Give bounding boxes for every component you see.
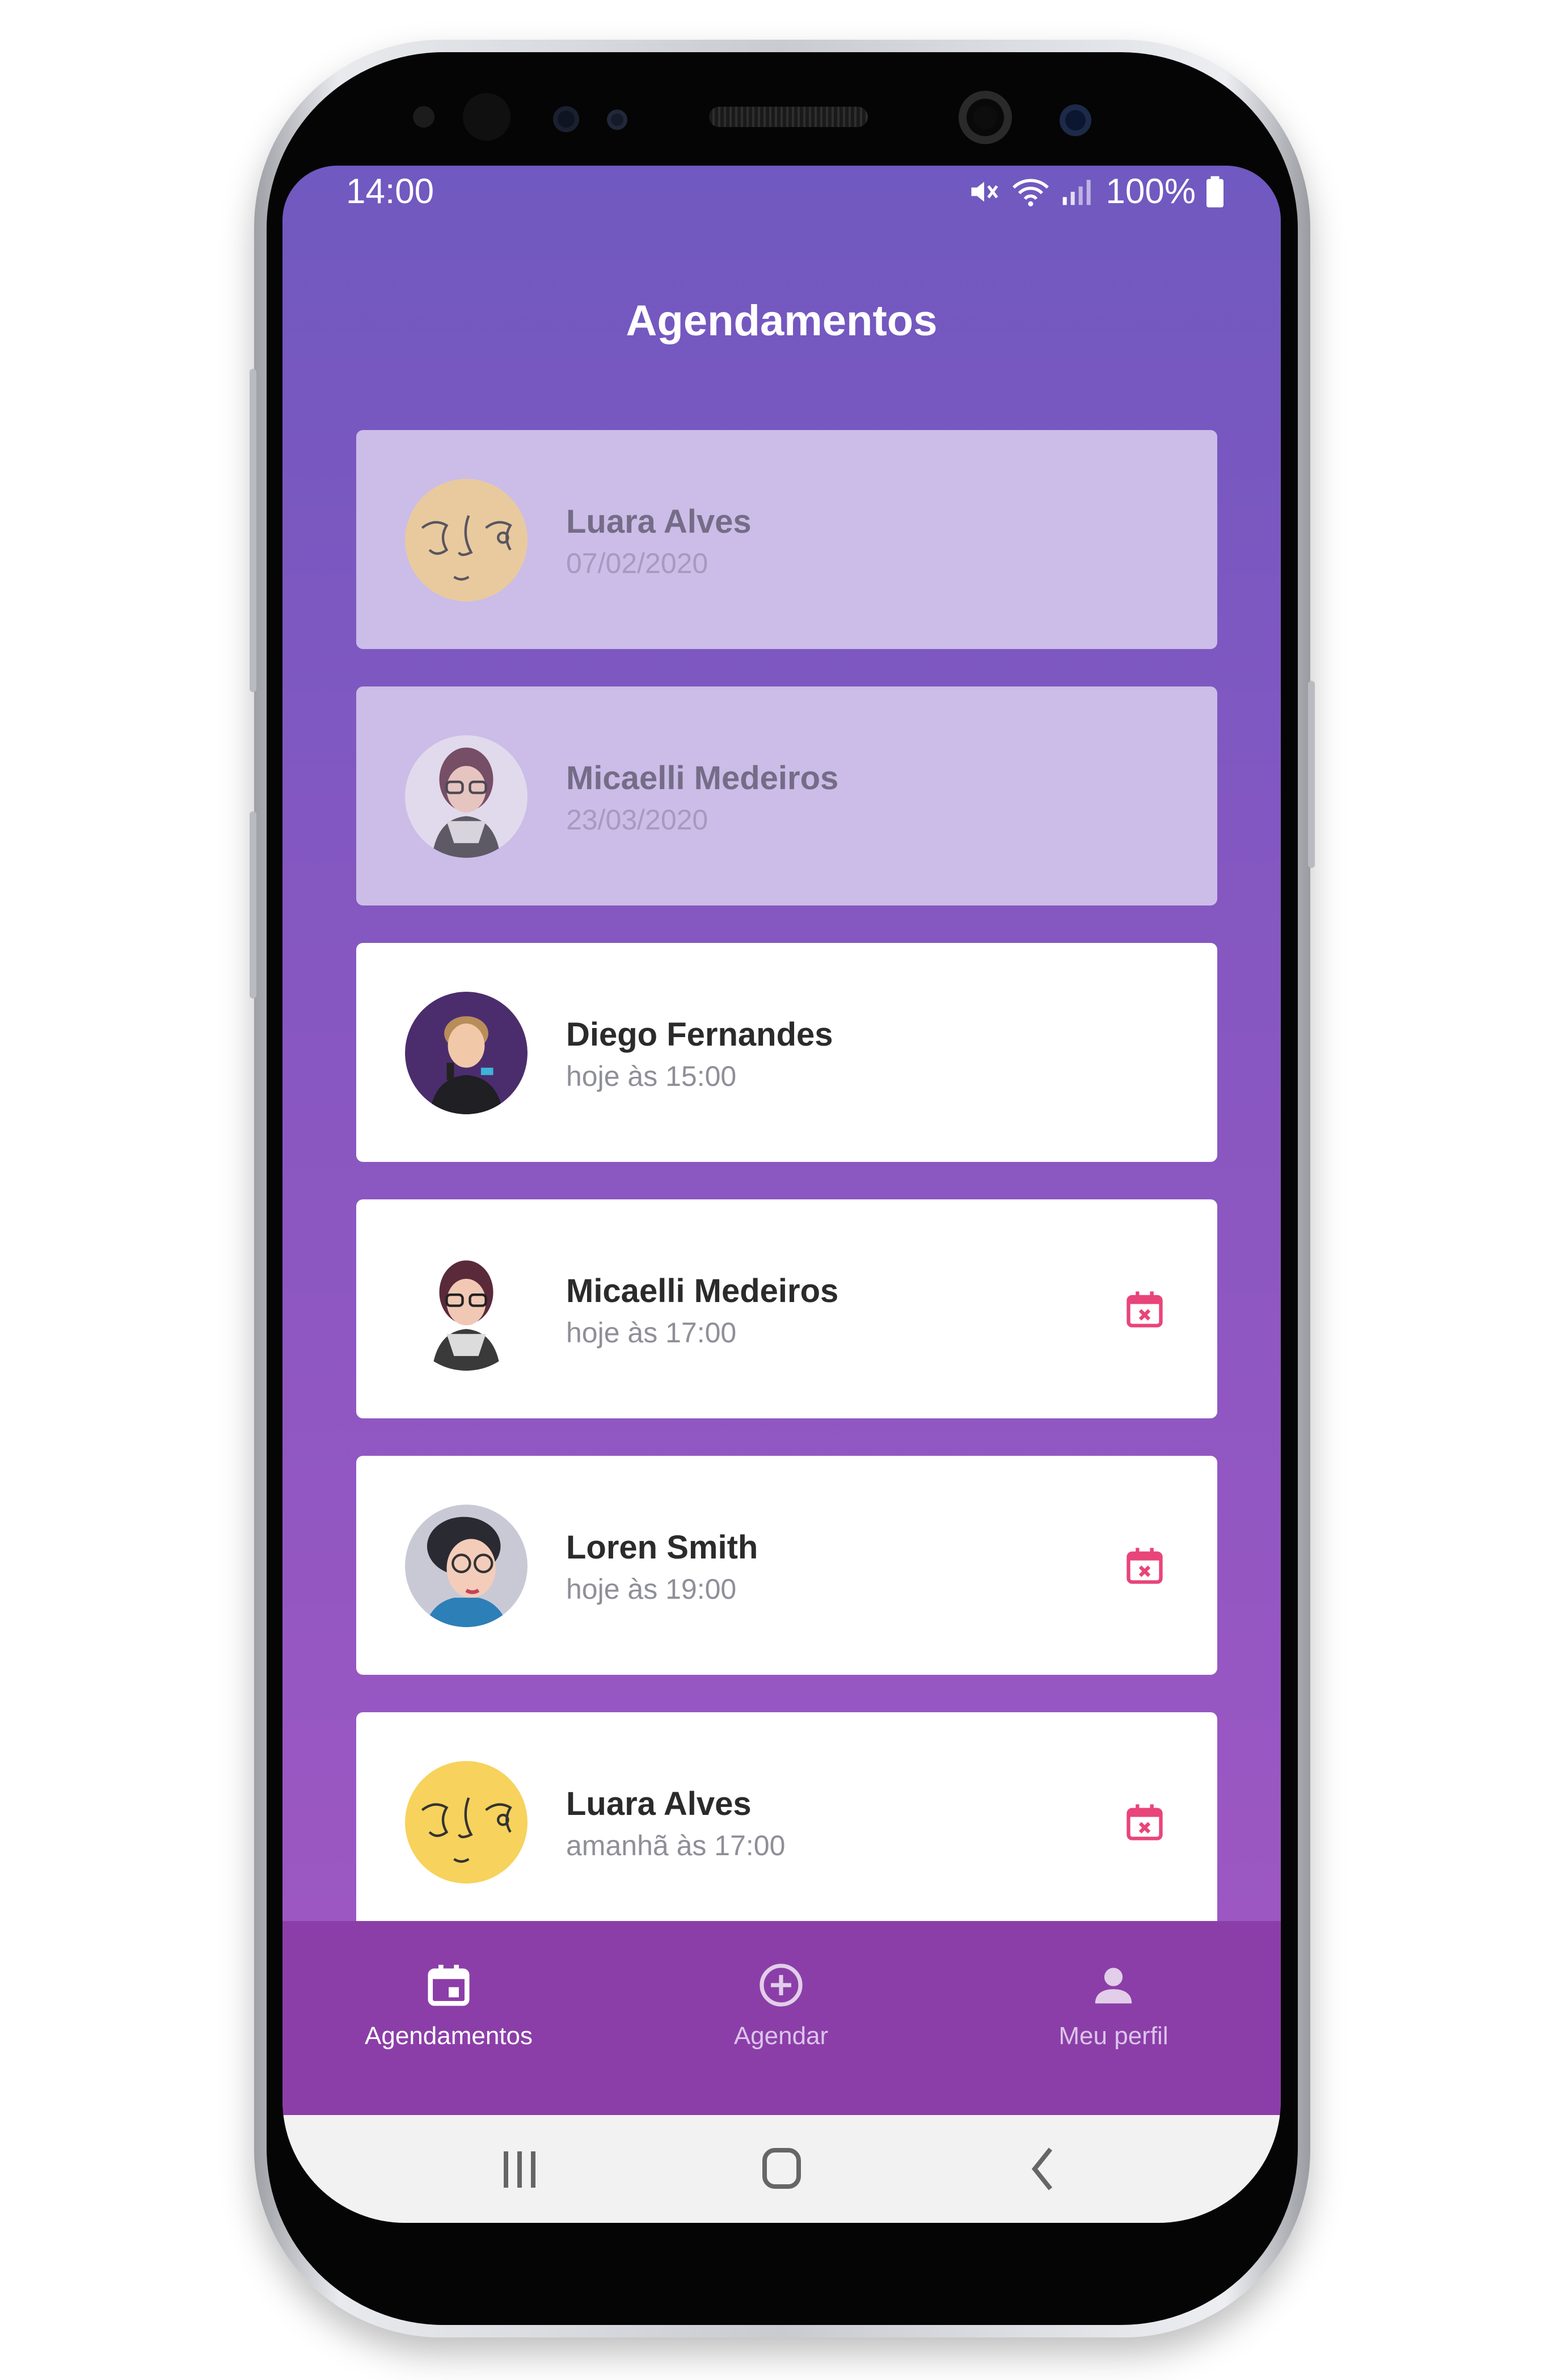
man-microphone-avatar-icon bbox=[405, 992, 528, 1114]
calendar-icon bbox=[428, 1965, 470, 2006]
woman-curly-hair-avatar-icon bbox=[405, 1505, 528, 1627]
system-nav-bar bbox=[282, 2115, 1281, 2223]
woman-glasses-avatar-icon bbox=[405, 1248, 528, 1371]
cancel-appointment-button[interactable] bbox=[1123, 1544, 1166, 1587]
appointment-time: hoje às 17:00 bbox=[566, 1317, 737, 1349]
signal-icon bbox=[1063, 179, 1091, 205]
client-name: Diego Fernandes bbox=[566, 1016, 833, 1053]
appointment-card[interactable]: Micaelli Medeiros hoje às 17:00 bbox=[356, 1199, 1217, 1418]
home-icon bbox=[762, 2148, 801, 2189]
avatar bbox=[405, 992, 528, 1114]
sensor-dot bbox=[413, 106, 434, 128]
tab-meu-perfil[interactable]: Meu perfil bbox=[947, 1921, 1280, 2115]
appointment-card[interactable]: Micaelli Medeiros 23/03/2020 bbox=[356, 686, 1217, 905]
mute-icon bbox=[971, 182, 998, 201]
client-name: Luara Alves bbox=[566, 503, 752, 540]
appointment-card[interactable]: Diego Fernandes hoje às 15:00 bbox=[356, 943, 1217, 1162]
tab-label: Agendamentos bbox=[365, 2022, 533, 2050]
tab-label: Agendar bbox=[733, 2022, 829, 2050]
home-button[interactable] bbox=[748, 2138, 816, 2200]
person-icon bbox=[1095, 1968, 1132, 2004]
avatar bbox=[405, 479, 528, 601]
status-time: 14:00 bbox=[346, 172, 434, 211]
appointment-card[interactable]: Luara Alves 07/02/2020 bbox=[356, 430, 1217, 649]
avatar bbox=[405, 1761, 528, 1884]
appointment-time: hoje às 15:00 bbox=[566, 1060, 737, 1092]
sketch-face-avatar-icon bbox=[405, 479, 528, 601]
status-icons: 100% bbox=[967, 171, 1226, 212]
back-icon bbox=[1031, 2147, 1053, 2191]
volume-down-button bbox=[250, 811, 256, 999]
front-camera bbox=[959, 91, 1012, 144]
appointment-time: amanhã às 17:00 bbox=[566, 1830, 786, 1861]
earpiece-speaker bbox=[709, 107, 868, 127]
calendar-cancel-icon bbox=[1127, 1548, 1163, 1584]
battery-icon bbox=[1206, 176, 1224, 207]
client-name: Micaelli Medeiros bbox=[566, 760, 839, 797]
calendar-cancel-icon bbox=[1127, 1291, 1163, 1328]
appointment-card[interactable]: Loren Smith hoje às 19:00 bbox=[356, 1456, 1217, 1675]
light-sensor bbox=[607, 109, 627, 130]
woman-glasses-avatar-icon bbox=[405, 735, 528, 858]
tab-agendar[interactable]: Agendar bbox=[615, 1921, 947, 2115]
appointment-card[interactable]: Luara Alves amanhã às 17:00 bbox=[356, 1712, 1217, 1931]
appointment-date: 23/03/2020 bbox=[566, 804, 708, 836]
add-circle-icon bbox=[760, 1964, 803, 2007]
client-name: Micaelli Medeiros bbox=[566, 1273, 839, 1309]
volume-up-button bbox=[250, 369, 256, 692]
sketch-face-avatar-icon bbox=[405, 1761, 528, 1884]
tab-label: Meu perfil bbox=[1058, 2022, 1168, 2050]
power-button bbox=[1308, 681, 1315, 868]
client-name: Loren Smith bbox=[566, 1529, 758, 1566]
stage: 14:00 100% Agendamentos Luara Alves 07/0… bbox=[0, 0, 1561, 2380]
page-title: Agendamentos bbox=[626, 297, 938, 345]
app-screen: 14:00 100% Agendamentos Luara Alves 07/0… bbox=[282, 166, 1281, 2223]
client-name: Luara Alves bbox=[566, 1785, 752, 1822]
avatar bbox=[405, 735, 528, 858]
cancel-appointment-button[interactable] bbox=[1123, 1801, 1166, 1844]
status-bar: 14:00 100% bbox=[282, 166, 1281, 222]
iris-sensor bbox=[463, 93, 511, 141]
tab-agendamentos[interactable]: Agendamentos bbox=[282, 1921, 615, 2115]
recent-apps-button[interactable] bbox=[486, 2138, 554, 2200]
bottom-tab-bar: Agendamentos Agendar Meu perfil bbox=[282, 1921, 1281, 2115]
cancel-appointment-button[interactable] bbox=[1123, 1288, 1166, 1331]
appointment-time: hoje às 19:00 bbox=[566, 1573, 737, 1605]
appointment-date: 07/02/2020 bbox=[566, 547, 708, 579]
wifi-icon bbox=[1012, 178, 1049, 207]
iris-camera bbox=[1060, 104, 1091, 136]
recent-apps-icon bbox=[504, 2151, 535, 2188]
calendar-cancel-icon bbox=[1127, 1804, 1163, 1840]
proximity-sensor bbox=[553, 106, 579, 132]
battery-percent: 100% bbox=[1106, 172, 1196, 211]
avatar bbox=[405, 1248, 528, 1371]
avatar bbox=[405, 1505, 528, 1627]
back-button[interactable] bbox=[1010, 2138, 1078, 2200]
